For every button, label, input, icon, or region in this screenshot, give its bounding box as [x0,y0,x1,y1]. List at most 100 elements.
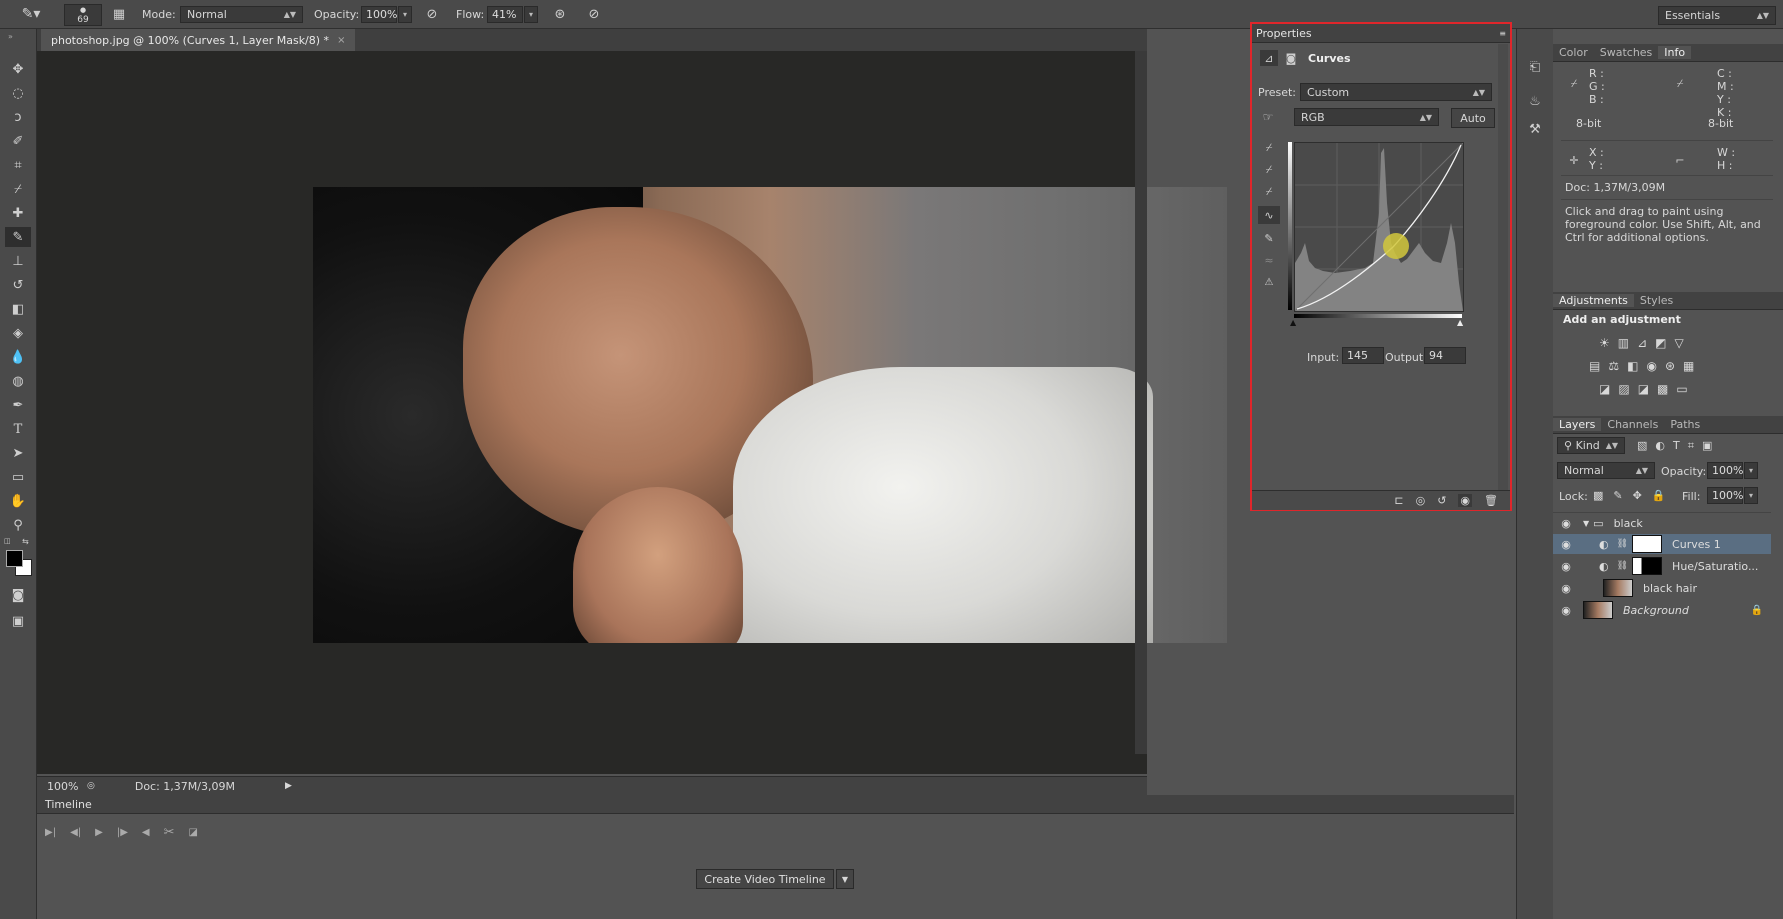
tool-presets-icon[interactable]: ⚒ [1523,119,1547,139]
selective-color-icon[interactable]: ▩ [1657,382,1668,396]
tab-layers[interactable]: Layers [1553,418,1602,431]
opacity-input[interactable]: 100% [361,6,397,23]
pen-tool-icon[interactable]: ✒ [5,395,31,415]
black-slider-icon[interactable]: ▲ [1290,318,1296,327]
layer-row-hue-saturation[interactable]: ◉ ◐ ⛓ Hue/Saturatio... [1553,556,1771,576]
paint-bucket-tool-icon[interactable]: ◈ [5,323,31,343]
rectangle-tool-icon[interactable]: ▭ [5,467,31,487]
swap-colors-icon[interactable]: ⇆ [22,537,29,546]
layer-thumbnail[interactable] [1583,601,1613,619]
layer-row-group[interactable]: ◉ ▼ ▭ black [1553,512,1771,533]
play-icon[interactable]: ▶ [95,827,103,838]
white-point-eyedropper-icon[interactable]: ⌿ [1260,184,1278,200]
first-frame-icon[interactable]: ▶| [45,827,56,838]
move-tool-icon[interactable]: ✥ [5,59,31,79]
brush-tool-preset-icon[interactable]: ✎▾ [16,5,46,23]
layer-filter-dropdown[interactable]: ⚲ Kind ▲▼ [1557,437,1625,454]
layer-thumbnail[interactable] [1603,579,1633,597]
vibrance-icon[interactable]: ▽ [1675,336,1684,350]
gradient-map-icon[interactable]: ▭ [1676,382,1687,396]
healing-brush-tool-icon[interactable]: ✚ [5,203,31,223]
lock-image-icon[interactable]: ✎ [1613,489,1622,502]
mask-icon[interactable]: ◙ [1282,50,1300,66]
properties-title[interactable]: Properties [1256,27,1312,40]
white-slider-icon[interactable]: ▲ [1457,318,1463,327]
channel-dropdown[interactable]: RGB ▲▼ [1294,108,1439,126]
tab-info[interactable]: Info [1658,46,1692,59]
color-balance-icon[interactable]: ⚖ [1608,359,1619,373]
mode-dropdown[interactable]: Normal ▲▼ [180,6,303,23]
auto-button[interactable]: Auto [1451,108,1495,128]
brush-panel-toggle-icon[interactable]: ▦ [110,5,128,23]
tab-channels[interactable]: Channels [1601,418,1664,431]
layer-mask-thumbnail[interactable] [1632,535,1663,553]
prev-frame-icon[interactable]: ◀| [70,827,81,838]
history-icon[interactable]: ⎗ [1523,57,1547,77]
curves-icon[interactable]: ⊿ [1637,336,1647,350]
lasso-tool-icon[interactable]: ↄ [5,107,31,127]
default-colors-icon[interactable]: ◫ [4,537,11,545]
timeline-title[interactable]: Timeline [45,798,92,811]
clip-to-layer-icon[interactable]: ⊏ [1394,494,1403,507]
view-previous-icon[interactable]: ◎ [1416,494,1426,507]
smooth-curve-icon[interactable]: ≈ [1260,252,1278,268]
disclosure-triangle-icon[interactable]: ▼ [1583,519,1589,528]
visibility-eye-icon[interactable]: ◉ [1559,517,1573,530]
scissors-icon[interactable]: ✂ [164,825,175,840]
timeline-options-dropdown[interactable]: ▼ [836,869,854,889]
preset-dropdown[interactable]: Custom ▲▼ [1300,83,1492,101]
draw-curve-icon[interactable]: ✎ [1260,230,1278,246]
gray-point-eyedropper-icon[interactable]: ⌿ [1260,162,1278,178]
posterize-icon[interactable]: ▨ [1618,382,1629,396]
document-tab[interactable]: photoshop.jpg @ 100% (Curves 1, Layer Ma… [41,29,356,51]
visibility-eye-icon[interactable]: ◉ [1559,560,1573,573]
blend-mode-dropdown[interactable]: Normal ▲▼ [1557,462,1655,479]
canvas-vertical-scrollbar[interactable] [1135,51,1147,754]
properties-scrollbar[interactable] [1498,44,1508,509]
clipping-warning-icon[interactable]: ⚠ [1258,274,1280,290]
opacity-slider-toggle[interactable]: ▾ [398,6,412,23]
output-field[interactable]: 94 [1424,347,1466,364]
blur-tool-icon[interactable]: 💧 [5,347,31,367]
brightness-icon[interactable]: ☀ [1599,336,1610,350]
create-video-timeline-button[interactable]: Create Video Timeline [696,869,834,889]
brush-tool-icon[interactable]: ✎ [5,227,31,247]
brush-presets-icon[interactable]: ♨ [1523,91,1547,111]
invert-icon[interactable]: ◪ [1599,382,1610,396]
next-frame-icon[interactable]: |▶ [117,827,128,838]
toolbar-collapse-icon[interactable]: » [8,32,13,41]
channel-mixer-icon[interactable]: ⊛ [1665,359,1675,373]
targeted-adjustment-icon[interactable]: ☞ [1258,108,1278,126]
layer-name[interactable]: Curves 1 [1672,538,1721,551]
black-white-icon[interactable]: ◧ [1627,359,1638,373]
fill-toggle[interactable]: ▾ [1744,487,1758,504]
exposure-icon[interactable]: ◩ [1655,336,1666,350]
quick-mask-icon[interactable]: ◙ [5,585,31,605]
lock-position-icon[interactable]: ✥ [1633,489,1642,502]
eraser-tool-icon[interactable]: ◧ [5,299,31,319]
flow-slider-toggle[interactable]: ▾ [524,6,538,23]
audio-icon[interactable]: ◀ [142,827,150,838]
hue-saturation-icon[interactable]: ▤ [1589,359,1600,373]
link-icon[interactable]: ⛓ [1617,561,1628,571]
pixel-filter-icon[interactable]: ▧ [1637,439,1647,453]
fill-input[interactable]: 100% [1707,487,1743,504]
curve-control-point[interactable] [1383,233,1409,259]
crop-tool-icon[interactable]: ⌗ [5,155,31,175]
layer-mask-thumbnail[interactable] [1632,557,1663,575]
layer-opacity-toggle[interactable]: ▾ [1744,462,1758,479]
reset-icon[interactable]: ↺ [1437,494,1446,507]
visibility-eye-icon[interactable]: ◉ [1559,582,1573,595]
smart-object-filter-icon[interactable]: ▣ [1702,439,1712,453]
path-selection-tool-icon[interactable]: ➤ [5,443,31,463]
panel-menu-icon[interactable]: ≡ [1499,29,1506,38]
status-icon[interactable]: ◎ [87,781,95,791]
color-lookup-icon[interactable]: ▦ [1683,359,1694,373]
quick-selection-tool-icon[interactable]: ✐ [5,131,31,151]
layer-name[interactable]: Background [1623,604,1689,617]
visibility-eye-icon[interactable]: ◉ [1559,604,1573,617]
link-icon[interactable]: ⛓ [1617,539,1628,549]
status-menu-arrow-icon[interactable]: ▶ [285,781,292,791]
tab-styles[interactable]: Styles [1634,294,1679,307]
zoom-level[interactable]: 100% [47,780,87,793]
